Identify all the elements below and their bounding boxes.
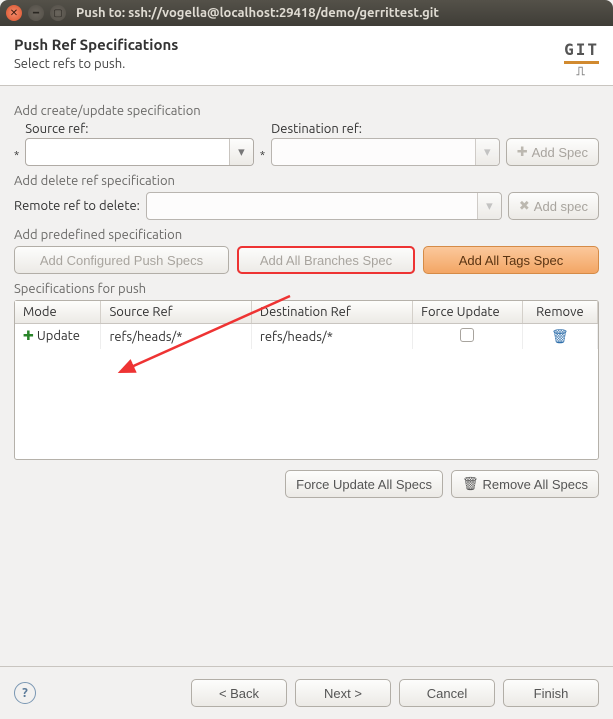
source-ref-combo[interactable]: ▾ [25, 138, 254, 166]
add-all-tags-spec-button[interactable]: Add All Tags Spec [423, 246, 599, 274]
window-maximize-button[interactable]: ▢ [50, 5, 66, 21]
wizard-footer: ? < Back Next > Cancel Finish [0, 666, 613, 719]
dropdown-arrow-icon[interactable]: ▾ [229, 139, 253, 165]
cancel-button[interactable]: Cancel [399, 679, 495, 707]
dropdown-arrow-icon: ▾ [475, 139, 499, 165]
trash-icon[interactable]: 🗑 [551, 328, 569, 344]
dropdown-arrow-icon: ▾ [477, 193, 501, 219]
source-ref-label: Source ref: [25, 122, 254, 136]
plus-icon: ✚ [23, 329, 34, 343]
window-title: Push to: ssh://vogella@localhost:29418/d… [76, 6, 439, 20]
remote-ref-delete-combo[interactable]: ▾ [146, 192, 502, 220]
force-update-checkbox[interactable] [460, 328, 474, 342]
row-dest-ref[interactable]: refs/heads/* [251, 324, 412, 350]
help-button[interactable]: ? [14, 682, 36, 704]
specs-for-push-section-label: Specifications for push [14, 282, 599, 296]
dialog-header: Push Ref Specifications Select refs to p… [0, 26, 613, 86]
destination-ref-input[interactable] [272, 145, 475, 160]
plus-icon: ✚ [517, 144, 528, 160]
remove-icon: 🗑 [462, 476, 479, 492]
create-update-section-label: Add create/update specification [14, 104, 599, 118]
required-asterisk: * [260, 150, 265, 166]
git-logo: GIT ⎍ [564, 40, 599, 79]
header-subtitle: Select refs to push. [14, 57, 599, 71]
source-ref-input[interactable] [26, 145, 229, 160]
table-row[interactable]: ✚ Update refs/heads/* refs/heads/* 🗑 [15, 324, 598, 350]
add-configured-push-specs-button: Add Configured Push Specs [14, 246, 229, 274]
remote-ref-delete-input[interactable] [147, 199, 477, 214]
predefined-section-label: Add predefined specification [14, 228, 599, 242]
row-mode: Update [37, 329, 80, 343]
col-mode-header[interactable]: Mode [15, 301, 101, 324]
remove-all-specs-button[interactable]: 🗑 Remove All Specs [451, 470, 599, 498]
remote-ref-delete-label: Remote ref to delete: [14, 199, 140, 213]
header-title: Push Ref Specifications [14, 36, 599, 53]
force-update-all-button[interactable]: Force Update All Specs [285, 470, 443, 498]
next-button[interactable]: Next > [295, 679, 391, 707]
destination-ref-combo[interactable]: ▾ [271, 138, 500, 166]
window-minimize-button[interactable]: ━ [28, 5, 44, 21]
col-remove-header[interactable]: Remove [522, 301, 597, 324]
back-button[interactable]: < Back [191, 679, 287, 707]
col-dest-header[interactable]: Destination Ref [251, 301, 412, 324]
add-spec-button: ✚ Add Spec [506, 138, 599, 166]
x-icon: ✖ [519, 198, 530, 214]
titlebar: ✕ ━ ▢ Push to: ssh://vogella@localhost:2… [0, 0, 613, 26]
col-force-header[interactable]: Force Update [413, 301, 523, 324]
delete-ref-section-label: Add delete ref specification [14, 174, 599, 188]
required-asterisk: * [14, 150, 19, 166]
add-delete-spec-button: ✖ Add spec [508, 192, 599, 220]
row-source-ref[interactable]: refs/heads/* [101, 324, 251, 350]
destination-ref-label: Destination ref: [271, 122, 500, 136]
add-all-branches-spec-button[interactable]: Add All Branches Spec [237, 246, 415, 274]
specs-table: Mode Source Ref Destination Ref Force Up… [14, 300, 599, 460]
window-close-button[interactable]: ✕ [6, 5, 22, 21]
finish-button[interactable]: Finish [503, 679, 599, 707]
col-source-header[interactable]: Source Ref [101, 301, 251, 324]
